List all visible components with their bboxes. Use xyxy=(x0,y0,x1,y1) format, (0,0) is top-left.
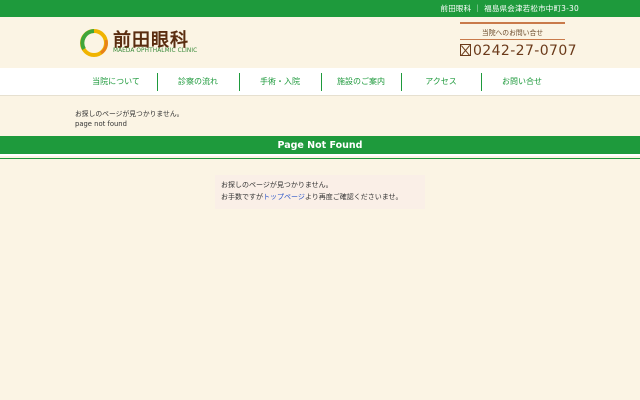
divider xyxy=(0,158,640,159)
logo-name-en: MAEDA OPHTHALMIC CLINIC xyxy=(113,48,198,54)
message-text-after: より再度ご確認くださいませ。 xyxy=(304,193,403,201)
nav-item-flow[interactable]: 診察の流れ xyxy=(158,68,238,96)
contact-box: 当院へのお問い合せ 0242-27-0707 xyxy=(460,22,577,64)
nav-item-access[interactable]: アクセス xyxy=(402,68,480,96)
top-page-link[interactable]: トップページ xyxy=(263,193,305,201)
phone-icon xyxy=(460,44,471,56)
top-bar: 前田眼科 ｜ 福島県会津若松市中町3-30 xyxy=(0,0,640,17)
divider xyxy=(460,39,565,40)
nav-item-about[interactable]: 当院について xyxy=(76,68,156,96)
content-box: お探しのページが見つかりません。 お手数ですがトップページより再度ご確認ください… xyxy=(215,175,425,209)
nav-item-surgery[interactable]: 手術・入院 xyxy=(240,68,320,96)
notice-en: page not found xyxy=(75,120,127,128)
nav-item-facility[interactable]: 施設のご案内 xyxy=(322,68,400,96)
clinic-logo[interactable]: 前田眼科 MAEDA OPHTHALMIC CLINIC xyxy=(79,26,219,60)
message-line-2: お手数ですがトップページより再度ご確認くださいませ。 xyxy=(221,192,403,202)
notice-jp: お探しのページが見つかりません。 xyxy=(75,110,184,118)
phone-number[interactable]: 0242-27-0707 xyxy=(460,43,577,59)
main-nav: 当院について 診察の流れ 手術・入院 施設のご案内 アクセス お問い合せ xyxy=(0,68,640,96)
page-title: Page Not Found xyxy=(277,140,363,151)
header: 前田眼科 MAEDA OPHTHALMIC CLINIC 当院へのお問い合せ 0… xyxy=(0,17,640,68)
message-line-1: お探しのページが見つかりません。 xyxy=(221,181,333,189)
message-text-before: お手数ですが xyxy=(221,193,263,201)
nav-item-contact[interactable]: お問い合せ xyxy=(482,68,562,96)
divider xyxy=(460,22,565,24)
clinic-address: 前田眼科 ｜ 福島県会津若松市中町3-30 xyxy=(440,4,579,13)
page-title-banner: Page Not Found xyxy=(0,136,640,156)
notice: お探しのページが見つかりません。 page not found xyxy=(75,109,183,129)
contact-label: 当院へのお問い合せ xyxy=(481,29,544,37)
logo-emblem-icon xyxy=(80,29,108,57)
phone-text: 0242-27-0707 xyxy=(473,43,577,59)
